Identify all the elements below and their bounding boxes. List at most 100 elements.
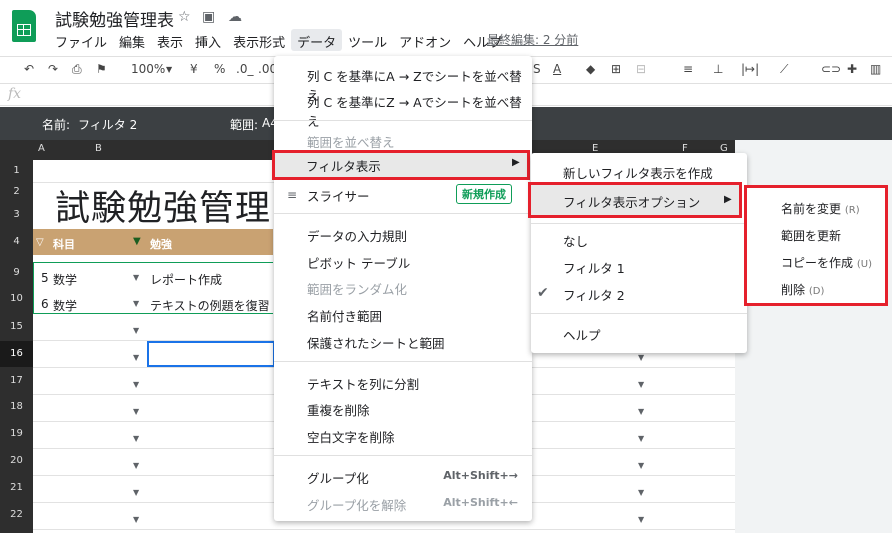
row-header[interactable]: 4 [0,229,33,255]
menu-create-filter-view[interactable]: 新しいフィルタ表示を作成 [531,159,747,183]
dropdown-icon[interactable]: ▼ [638,434,644,443]
menu-format[interactable]: 表示形式 [227,29,291,51]
filter-active-icon[interactable]: ▼ [133,236,141,247]
menu-protected[interactable]: 保護されたシートと範囲 [274,329,532,353]
cell-c10[interactable]: テキストの例題を復習 [150,297,270,314]
menu-sort-za[interactable]: 列 C を基準にZ → Aでシートを並べ替え [274,88,532,129]
header-subject[interactable]: 科目 [53,236,75,252]
row-header[interactable]: 18 [0,394,33,420]
row-header[interactable]: 2 [0,182,33,202]
dropdown-icon[interactable]: ▼ [133,515,139,524]
menu-filter-view-options[interactable]: フィルタ表示オプション [528,182,742,218]
print-icon[interactable]: ⎙ [72,62,82,77]
sheet-title-cell[interactable]: 試験勉強管理 [55,180,271,231]
menu-filter-none[interactable]: なし [531,227,747,251]
dropdown-icon[interactable]: ▼ [133,407,139,416]
menu-edit[interactable]: 編集 [113,29,151,51]
decrease-decimal-button[interactable]: .0_ [236,62,253,76]
row-header[interactable]: 22 [0,502,33,528]
menu-view[interactable]: 表示 [151,29,189,51]
menu-named-ranges[interactable]: 名前付き範囲 [274,302,532,326]
menu-split-text[interactable]: テキストを列に分割 [274,370,532,394]
last-edit-link[interactable]: 最終編集: 2 分前 [487,31,578,48]
menu-filter-view[interactable]: フィルタ表示 [272,150,530,180]
row-header[interactable]: 10 [0,288,33,312]
text-color-icon[interactable]: A [553,62,561,76]
dropdown-icon[interactable]: ▼ [133,488,139,497]
cell-c9[interactable]: レポート作成 [150,271,222,288]
zoom-select[interactable]: 100% [131,62,165,76]
doc-title[interactable]: 試験勉強管理表 [55,6,174,31]
dropdown-icon[interactable]: ▼ [133,434,139,443]
filter-icon[interactable]: ▽ [36,237,44,248]
merge-cells-icon[interactable]: ⊟ [636,62,646,76]
menu-filter-2[interactable]: フィルタ 2 [531,281,747,305]
dropdown-icon[interactable]: ▼ [133,353,139,362]
text-rotate-icon[interactable]: ⟋ [780,62,788,77]
paint-format-icon[interactable]: ⚑ [96,62,107,76]
menu-file[interactable]: ファイル [49,29,113,51]
dropdown-icon[interactable]: ▼ [133,273,139,282]
menu-group[interactable]: グループ化 Alt+Shift+→ [274,464,532,488]
menu-sort-az[interactable]: 列 C を基準にA → Zでシートを並べ替え [274,62,532,103]
sheets-logo-icon[interactable] [12,10,36,42]
menu-trim[interactable]: 空白文字を削除 [274,423,532,447]
row-header[interactable]: 9 [0,262,33,286]
chart-icon[interactable]: ▥ [870,62,881,76]
menu-tools[interactable]: ツール [342,29,393,51]
dropdown-icon[interactable]: ▼ [133,326,139,335]
currency-button[interactable]: ¥ [190,62,198,76]
menu-rename[interactable]: 名前を変更 (R) [781,200,860,217]
star-icon[interactable]: ☆ [178,9,191,25]
cell-a10[interactable]: 6 [41,297,49,311]
row-header[interactable]: 19 [0,421,33,447]
dropdown-icon[interactable]: ▼ [133,380,139,389]
dropdown-icon[interactable]: ▼ [638,380,644,389]
dropdown-icon[interactable]: ▼ [638,407,644,416]
redo-icon[interactable]: ↷ [48,62,58,76]
header-study[interactable]: 勉強 [150,236,172,252]
menu-validation[interactable]: データの入力規則 [274,222,532,246]
vertical-align-icon[interactable]: ⊥ [713,62,723,76]
dropdown-icon[interactable]: ▼ [638,488,644,497]
cell-b10[interactable]: 数学 [53,297,77,314]
link-icon[interactable]: ⊂⊃ [821,62,841,76]
menu-update-range[interactable]: 範囲を更新 [781,227,841,244]
menu-dedupe[interactable]: 重複を削除 [274,396,532,420]
active-cell-c16[interactable] [147,341,275,367]
fill-color-icon[interactable]: ◆ [586,62,595,76]
text-wrap-icon[interactable]: |↦| [741,62,759,76]
dropdown-icon[interactable]: ▼ [133,299,139,308]
menu-delete[interactable]: 削除 (D) [781,281,824,298]
row-header[interactable]: 21 [0,475,33,501]
dropdown-icon[interactable]: ▼ [133,461,139,470]
cell-a9[interactable]: 5 [41,271,49,285]
dropdown-icon[interactable]: ▼ [638,353,644,362]
menu-duplicate[interactable]: コピーを作成 (U) [781,254,872,271]
strikethrough-icon[interactable]: S [533,62,541,76]
row-header[interactable]: 3 [0,202,33,229]
row-header[interactable]: 15 [0,314,33,340]
row-header[interactable]: 1 [0,160,33,182]
align-left-icon[interactable]: ≡ [683,62,693,76]
row-header[interactable]: 20 [0,448,33,474]
menu-addons[interactable]: アドオン [393,29,457,51]
undo-icon[interactable]: ↶ [24,62,34,76]
menu-filter-help[interactable]: ヘルプ [531,321,747,345]
dropdown-icon[interactable]: ▼ [638,515,644,524]
filter-name-field[interactable]: フィルタ 2 [78,116,137,133]
comment-icon[interactable]: ✚ [847,62,857,76]
menu-filter-1[interactable]: フィルタ 1 [531,254,747,278]
column-header-b[interactable]: B [95,143,102,154]
menu-data[interactable]: データ [291,29,343,51]
menu-pivot[interactable]: ピボット テーブル [274,249,532,273]
menu-insert[interactable]: 挿入 [189,29,227,51]
row-header[interactable]: 17 [0,368,33,394]
cloud-status-icon[interactable]: ☁ [228,9,242,25]
borders-icon[interactable]: ⊞ [611,62,621,76]
cell-b9[interactable]: 数学 [53,271,77,288]
percent-button[interactable]: % [214,62,225,76]
row-header-selected[interactable]: 16 [0,341,33,367]
dropdown-icon[interactable]: ▼ [638,461,644,470]
move-folder-icon[interactable]: ▣ [202,9,215,25]
